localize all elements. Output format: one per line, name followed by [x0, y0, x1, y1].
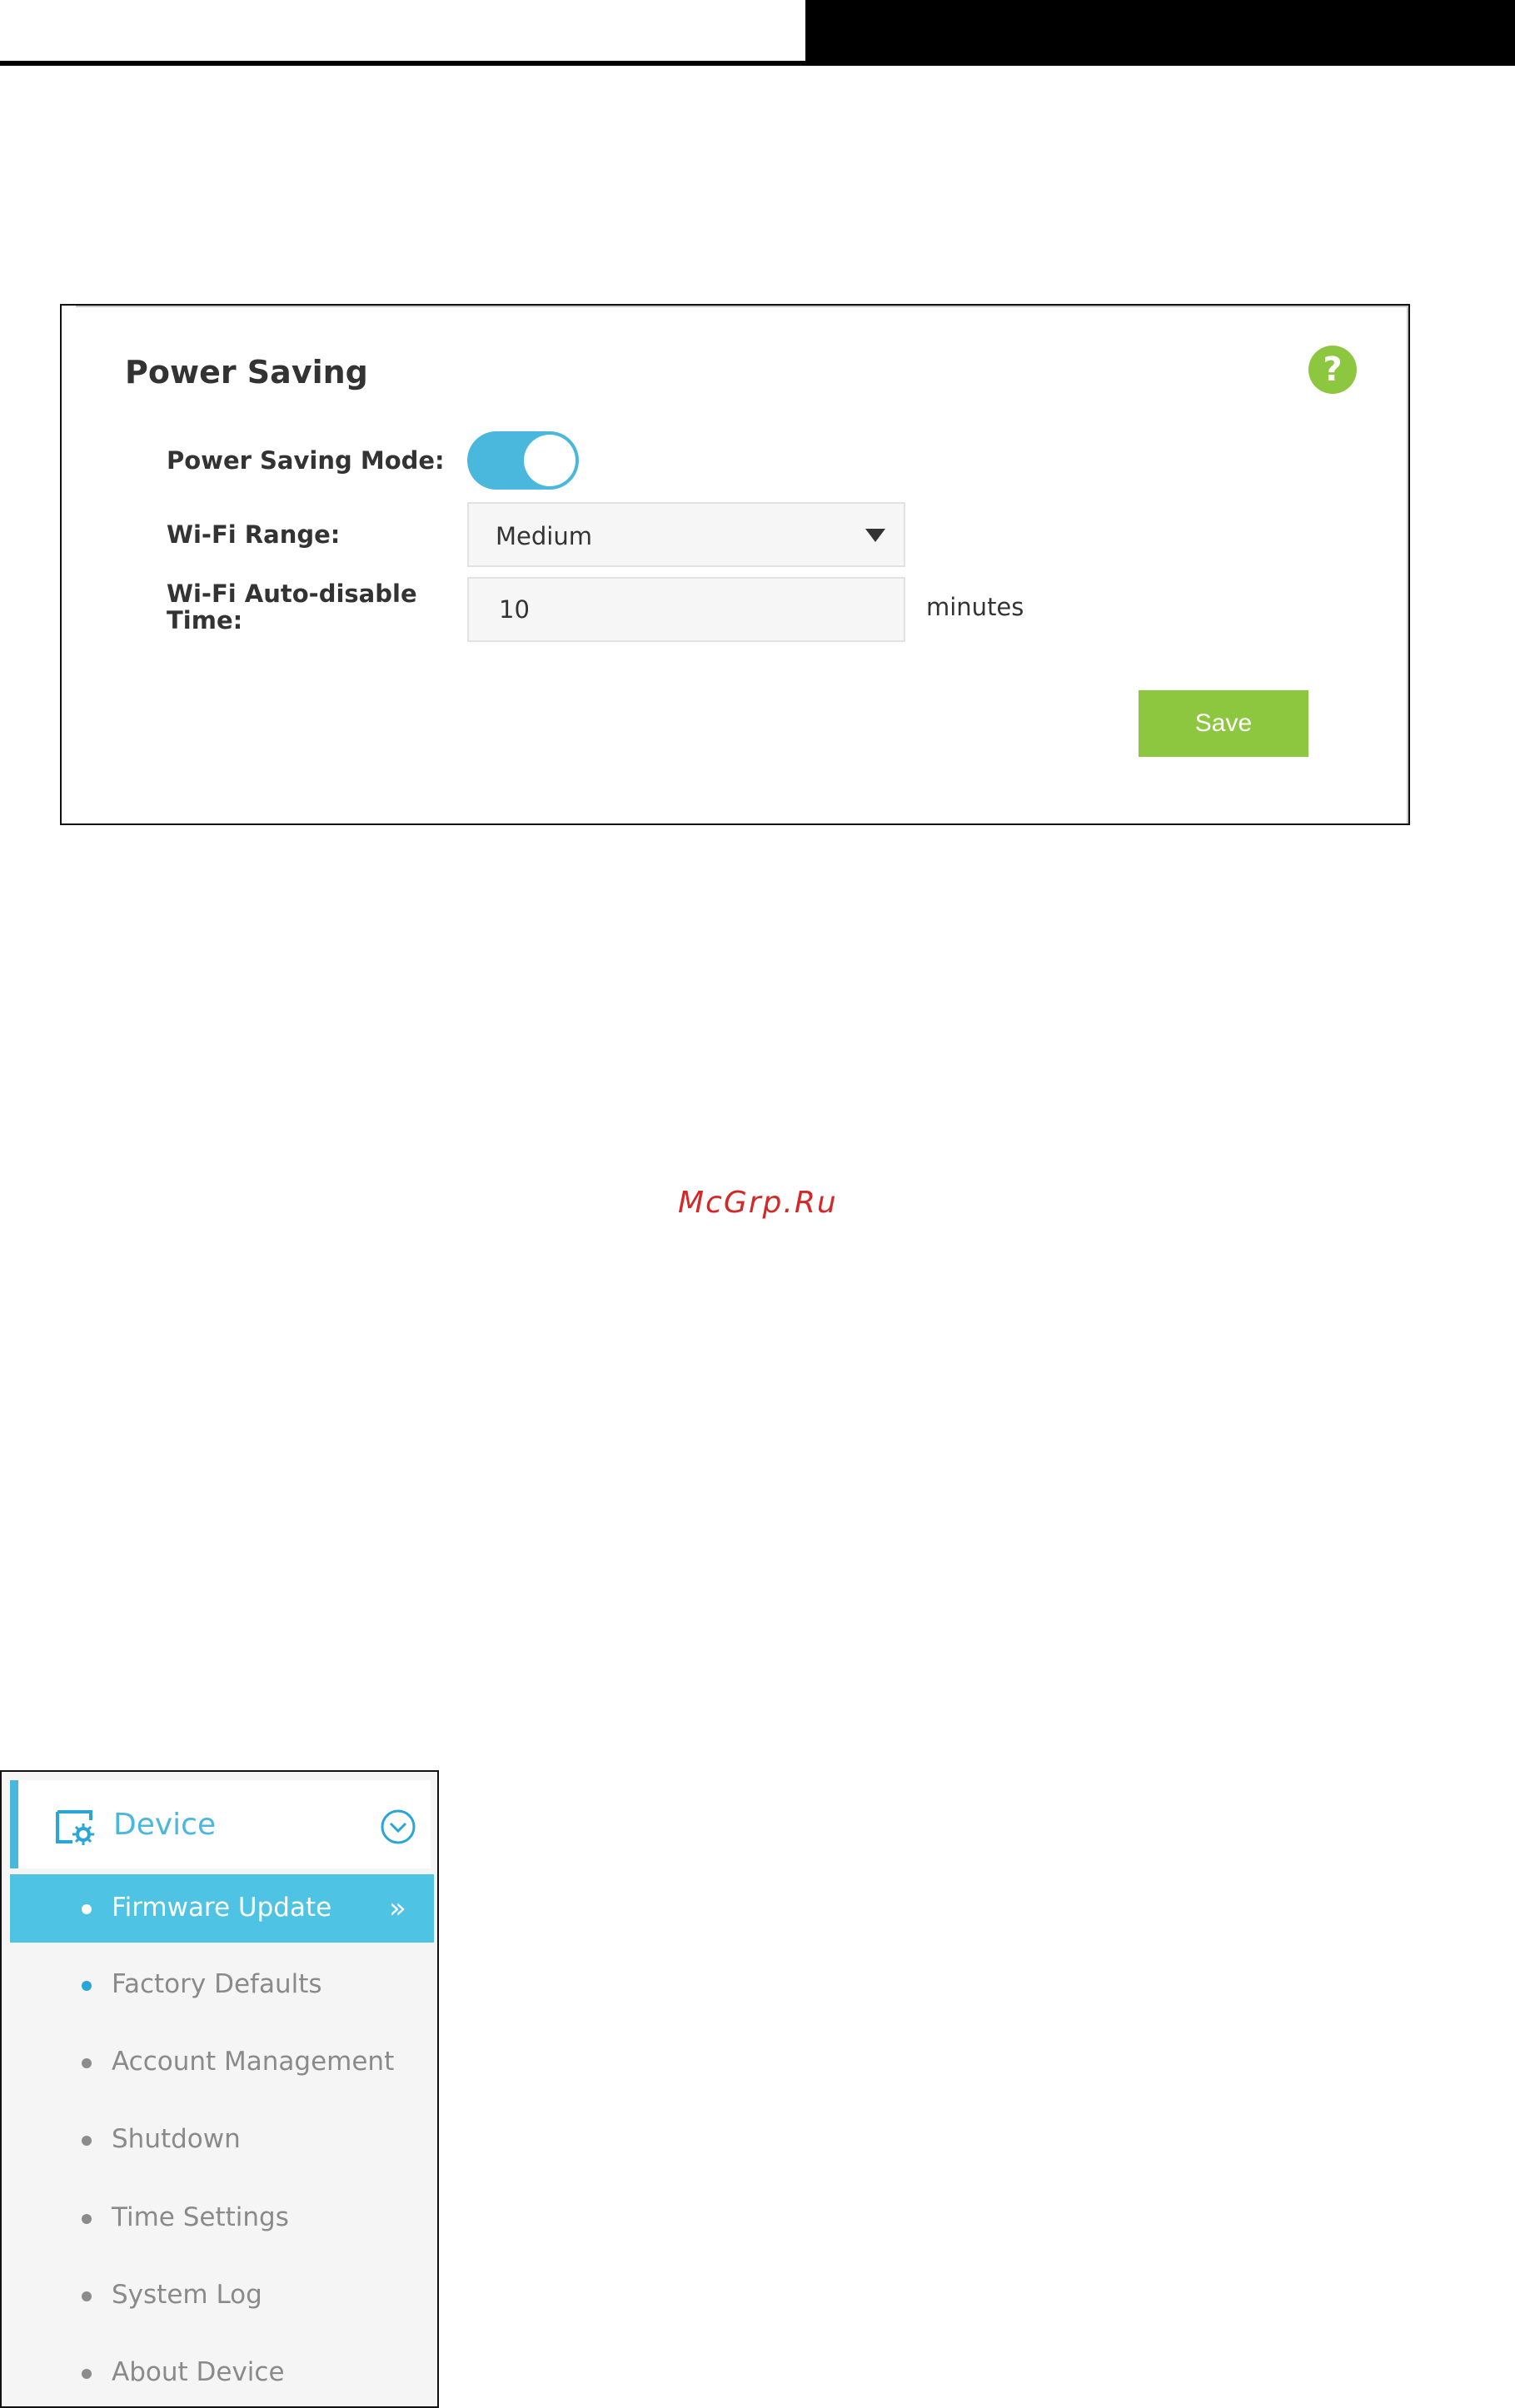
- panel-title: Power Saving: [125, 354, 368, 391]
- menu-header-label: Device: [113, 1808, 217, 1842]
- save-button[interactable]: Save: [1139, 690, 1308, 757]
- power-saving-panel: Power Saving ? Power Saving Mode: Wi-Fi …: [60, 304, 1410, 825]
- menu-item-label: Shutdown: [112, 2124, 241, 2154]
- menu-item-label: Time Settings: [112, 2202, 289, 2232]
- menu-item-label: Factory Defaults: [112, 1969, 322, 1999]
- menu-item-time-settings[interactable]: Time Settings: [10, 2184, 434, 2252]
- time-unit-label: minutes: [926, 593, 1024, 621]
- header-block: [805, 0, 1515, 66]
- bullet-icon: [82, 2058, 92, 2068]
- double-chevron-right-icon: »: [389, 1892, 406, 1925]
- device-menu-panel: Device Firmware Update » Factory Default…: [0, 1770, 439, 2408]
- bullet-icon: [82, 1981, 92, 1991]
- menu-item-shutdown[interactable]: Shutdown: [10, 2106, 434, 2174]
- power-saving-mode-toggle[interactable]: [467, 431, 579, 490]
- panel-inner-border-top: [76, 306, 1408, 307]
- bullet-icon: [82, 2136, 92, 2146]
- menu-item-label: System Log: [112, 2280, 262, 2310]
- help-icon[interactable]: ?: [1308, 346, 1357, 394]
- power-saving-mode-label: Power Saving Mode:: [167, 446, 445, 475]
- auto-disable-time-input[interactable]: [467, 577, 905, 642]
- device-settings-icon: [56, 1810, 94, 1845]
- bullet-icon: [82, 1904, 92, 1914]
- menu-item-system-log[interactable]: System Log: [10, 2261, 434, 2330]
- wifi-range-select[interactable]: Medium: [467, 502, 905, 567]
- header-rule: [0, 61, 805, 66]
- auto-disable-time-label: Wi-Fi Auto-disable Time:: [167, 580, 417, 634]
- bullet-icon: [82, 2291, 92, 2301]
- caret-down-icon: [865, 529, 885, 542]
- toggle-knob: [524, 435, 576, 486]
- menu-header-accent: [10, 1780, 18, 1868]
- menu-item-label: Firmware Update: [112, 1893, 332, 1923]
- menu-item-factory-defaults[interactable]: Factory Defaults: [10, 1951, 434, 2019]
- menu-item-about-device[interactable]: About Device: [10, 2339, 434, 2407]
- wifi-range-value: Medium: [496, 522, 592, 550]
- menu-header-device[interactable]: Device: [10, 1780, 431, 1868]
- bullet-icon: [82, 2369, 92, 2379]
- menu-item-account-management[interactable]: Account Management: [10, 2028, 434, 2097]
- menu-item-label: Account Management: [112, 2047, 395, 2077]
- panel-inner-border-right: [1407, 306, 1408, 823]
- wifi-range-label: Wi-Fi Range:: [167, 520, 341, 549]
- menu-item-label: About Device: [112, 2357, 285, 2387]
- bullet-icon: [82, 2214, 92, 2224]
- watermark-text: McGrp.Ru: [678, 1186, 838, 1220]
- chevron-down-circle-icon[interactable]: [380, 1808, 416, 1845]
- menu-item-firmware-update[interactable]: Firmware Update »: [10, 1874, 434, 1943]
